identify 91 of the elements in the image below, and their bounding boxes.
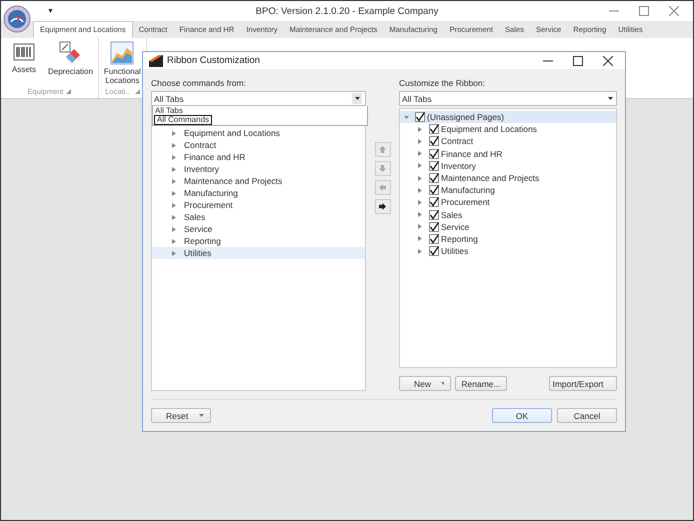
tree-item[interactable]: Manufacturing — [441, 185, 495, 196]
checkbox[interactable] — [429, 148, 439, 159]
tree-item[interactable]: Contract — [184, 140, 216, 150]
tree-item[interactable]: Utilities — [184, 248, 212, 258]
tree-item[interactable]: Contract — [441, 136, 474, 146]
caret-icon — [354, 97, 360, 100]
dialog-button[interactable]: Import/Export — [549, 376, 617, 391]
tree-item[interactable]: Inventory — [184, 164, 219, 174]
move-button[interactable] — [374, 199, 390, 214]
tree-item[interactable]: Equipment and Locations — [184, 128, 280, 138]
expand-arrow-icon[interactable] — [418, 126, 423, 132]
tree-item[interactable]: Reporting — [441, 234, 478, 244]
expand-arrow-icon[interactable] — [418, 138, 423, 144]
expand-arrow-icon[interactable] — [418, 163, 423, 168]
tree-item[interactable]: Service — [441, 222, 470, 232]
tree-item[interactable]: Equipment and Locations — [441, 124, 537, 134]
tree-item[interactable]: Reporting — [184, 236, 221, 246]
expand-arrow-icon[interactable] — [172, 166, 176, 172]
ribbon-dropdown[interactable]: All Tabs — [399, 91, 617, 106]
expand-arrow-icon[interactable] — [172, 250, 176, 256]
expand-arrow-icon[interactable] — [418, 212, 423, 218]
maximize-icon[interactable] — [573, 56, 583, 66]
expand-arrow-icon[interactable] — [172, 226, 176, 232]
checkbox[interactable] — [429, 185, 439, 196]
tree-item[interactable]: Manufacturing — [184, 188, 238, 198]
checkbox[interactable] — [429, 210, 439, 220]
tree-item[interactable]: Utilities — [441, 246, 468, 256]
tree-item[interactable]: Inventory — [441, 160, 476, 171]
ribbon-command[interactable]: Depreciation — [47, 41, 94, 85]
expand-arrow-icon[interactable] — [418, 224, 423, 230]
dropdown-option[interactable]: All Commands — [154, 115, 212, 125]
expand-arrow-icon[interactable] — [418, 151, 423, 156]
caret-icon — [199, 414, 204, 417]
arrow-icon — [379, 203, 386, 210]
field-label: Customize the Ribbon: — [399, 78, 485, 88]
app-logo-icon — [149, 54, 163, 66]
expand-arrow-icon[interactable] — [172, 178, 176, 184]
expand-arrow-icon[interactable] — [418, 200, 423, 205]
cancel-button[interactable]: Cancel — [557, 408, 617, 423]
launcher-icon[interactable] — [134, 89, 140, 94]
arrow-icon — [379, 165, 386, 172]
tree-item[interactable]: Service — [184, 224, 212, 234]
checkbox[interactable] — [429, 197, 439, 208]
checkbox[interactable] — [415, 112, 425, 122]
ribbon-command[interactable]: Assets — [5, 41, 43, 85]
tree-item[interactable]: Finance and HR — [441, 148, 502, 159]
checkbox[interactable] — [429, 160, 439, 171]
tree-item[interactable]: Maintenance and Projects — [441, 173, 540, 184]
dialog-button[interactable]: New — [399, 376, 451, 391]
tree-item[interactable]: Sales — [441, 210, 462, 220]
checkbox[interactable] — [429, 124, 439, 134]
expand-arrow-icon[interactable] — [172, 190, 176, 196]
field-label: Choose commands from: — [151, 78, 246, 88]
checkbox[interactable] — [429, 246, 439, 256]
window-title: BPO: Version 2.1.0.20 - Example Company — [256, 6, 438, 16]
expand-arrow-icon[interactable] — [418, 188, 423, 193]
area-chart-icon — [110, 41, 134, 65]
checkbox[interactable] — [429, 222, 439, 232]
reset-button[interactable]: Reset — [151, 408, 211, 423]
caret-icon — [608, 97, 613, 100]
tree-item[interactable]: Finance and HR — [184, 152, 246, 162]
ok-button[interactable]: OK — [492, 408, 552, 423]
expand-arrow-icon[interactable] — [172, 214, 176, 220]
caret-icon — [441, 382, 444, 385]
tree-item[interactable]: Procurement — [184, 200, 233, 210]
close-icon[interactable] — [603, 56, 613, 66]
tree-item[interactable]: Procurement — [441, 197, 490, 208]
expand-arrow-icon[interactable] — [172, 130, 176, 136]
expand-arrow-icon[interactable] — [418, 176, 423, 181]
expand-arrow-icon[interactable] — [418, 248, 423, 254]
dropdown-option[interactable]: All Tabs — [153, 106, 367, 115]
arrow-icon — [379, 184, 386, 191]
expand-arrow-icon[interactable] — [172, 202, 176, 208]
checkbox[interactable] — [429, 234, 439, 244]
expand-arrow-icon[interactable] — [172, 142, 176, 148]
dialog-title: Ribbon Customization — [167, 55, 260, 66]
commands-dropdown[interactable]: All Tabs — [151, 91, 366, 106]
launcher-icon[interactable] — [66, 89, 72, 94]
expand-arrow-icon[interactable] — [172, 238, 176, 244]
expand-arrow-icon[interactable] — [418, 236, 423, 242]
expand-arrow-icon[interactable] — [172, 154, 176, 160]
tree-item[interactable]: Sales — [184, 212, 206, 222]
dialog-button[interactable]: Rename... — [455, 376, 507, 391]
arrow-icon — [379, 146, 386, 153]
tree-item[interactable]: Maintenance and Projects — [184, 176, 282, 186]
barcode-icon — [13, 41, 35, 63]
collapse-arrow-icon[interactable] — [404, 114, 409, 120]
checkbox[interactable] — [429, 136, 439, 146]
eraser-icon — [58, 41, 82, 65]
ribbon-command[interactable]: Functional Locations — [102, 41, 142, 85]
checkbox[interactable] — [429, 173, 439, 184]
